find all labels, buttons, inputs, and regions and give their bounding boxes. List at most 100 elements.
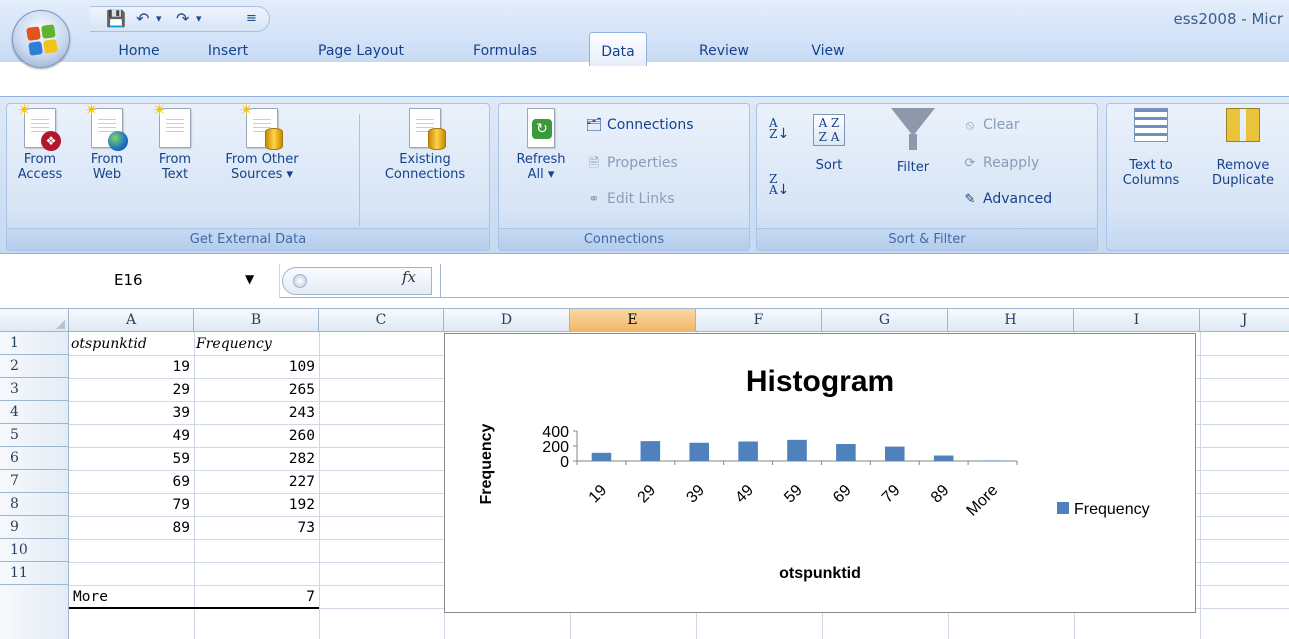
from-web-button[interactable]: ✴ From Web: [83, 102, 131, 182]
select-all-button[interactable]: [0, 309, 69, 332]
redo-icon[interactable]: ↷: [176, 9, 189, 29]
tab-home[interactable]: Home: [115, 40, 163, 64]
existing-connections-button[interactable]: Existing Connections: [367, 108, 483, 182]
redo-dropdown-icon[interactable]: ▾: [196, 9, 202, 29]
row-header-9[interactable]: 9: [0, 516, 69, 539]
text-to-columns-button[interactable]: Text to Columns: [1113, 108, 1189, 188]
insert-function-icon[interactable]: fx: [402, 268, 416, 286]
refresh-icon: ↻: [527, 108, 555, 148]
cell-b9[interactable]: 73: [194, 517, 319, 540]
cell-a3[interactable]: 29: [69, 379, 194, 402]
reapply-icon: ⟳: [964, 156, 976, 171]
advanced-filter-icon: ✎: [964, 192, 976, 207]
cell-a9[interactable]: 89: [69, 517, 194, 540]
office-logo-icon: [26, 24, 58, 56]
group-label-get-external-data: Get External Data: [7, 228, 489, 250]
tab-review[interactable]: Review: [693, 40, 755, 64]
cell-b8[interactable]: 192: [194, 494, 319, 517]
y-tick-label-400: 400: [542, 424, 569, 441]
bar-69: [836, 443, 856, 461]
group-label-connections: Connections: [499, 228, 749, 250]
existing-connections-icon: [409, 108, 446, 150]
access-icon: ✴ ❖: [17, 102, 61, 151]
text-to-columns-icon: [1134, 108, 1168, 142]
row-header-10[interactable]: 10: [0, 539, 69, 562]
row-header-1[interactable]: 1: [0, 332, 69, 355]
tab-page-layout[interactable]: Page Layout: [307, 40, 415, 64]
column-header-d[interactable]: D: [444, 309, 570, 332]
column-header-b[interactable]: B: [194, 309, 319, 332]
cell-b10[interactable]: 7: [194, 586, 319, 609]
row-header-11[interactable]: 11: [0, 562, 69, 585]
tab-data[interactable]: Data: [589, 32, 647, 66]
from-other-sources-button[interactable]: ✴ From Other Sources ▾: [211, 102, 313, 183]
x-tick-label-29: 29: [635, 482, 660, 507]
cell-b6[interactable]: 282: [194, 448, 319, 471]
bar-More: [982, 460, 1003, 461]
column-header-a[interactable]: A: [69, 309, 194, 332]
row-header-3[interactable]: 3: [0, 378, 69, 401]
edit-links-button[interactable]: ⚭ Edit Links: [585, 190, 675, 209]
histogram-chart[interactable]: Histogram 0 200 400 19 29 39 49 59 69 79 89 More otsp…: [444, 333, 1196, 613]
clear-filter-button[interactable]: ⦸ Clear: [961, 116, 1020, 135]
row-header-7[interactable]: 7: [0, 470, 69, 493]
cell-a2[interactable]: 19: [69, 356, 194, 379]
column-header-j[interactable]: J: [1200, 309, 1289, 332]
sort-descending-button[interactable]: Z A↓: [769, 173, 789, 198]
tab-view[interactable]: View: [805, 40, 851, 64]
sort-dialog-icon: A ZZ A: [813, 114, 845, 146]
from-access-button[interactable]: ✴ ❖ From Access: [13, 102, 67, 183]
cell-b2[interactable]: 109: [194, 356, 319, 379]
row-header-5[interactable]: 5: [0, 424, 69, 447]
sort-ascending-button[interactable]: A Z↓: [769, 117, 789, 142]
row-header-6[interactable]: 6: [0, 447, 69, 470]
connections-button[interactable]: 🗂 Connections: [585, 116, 694, 135]
cell-b4[interactable]: 243: [194, 402, 319, 425]
tab-insert[interactable]: Insert: [202, 40, 254, 64]
chart-canvas: Histogram 0200400 19 29 39 49 59 69 79 89 More otsp…: [478, 365, 1150, 582]
name-box[interactable]: E16 ▼: [0, 264, 280, 298]
properties-button[interactable]: 🗎 Properties: [585, 154, 678, 173]
cell-a4[interactable]: 39: [69, 402, 194, 425]
cell-b7[interactable]: 227: [194, 471, 319, 494]
cell-a6[interactable]: 59: [69, 448, 194, 471]
cell-b3[interactable]: 265: [194, 379, 319, 402]
quick-access-toolbar: 💾 ↶ ▾ ↷ ▾ ≡: [90, 6, 270, 32]
remove-duplicates-button[interactable]: Remove Duplicate: [1203, 108, 1283, 188]
cell-a8[interactable]: 79: [69, 494, 194, 517]
bar-79: [885, 446, 905, 461]
reapply-button[interactable]: ⟳ Reapply: [961, 154, 1040, 173]
formula-input[interactable]: [440, 264, 1289, 298]
cell-a5[interactable]: 49: [69, 425, 194, 448]
row-header-8[interactable]: 8: [0, 493, 69, 516]
cell-a10[interactable]: More: [73, 586, 193, 609]
filter-button[interactable]: Filter: [885, 108, 941, 175]
y-tick-label-200: 200: [542, 439, 569, 456]
from-text-button[interactable]: ✴ From Text: [152, 102, 197, 183]
column-header-f[interactable]: F: [696, 309, 822, 332]
row-header-2[interactable]: 2: [0, 355, 69, 378]
refresh-all-button[interactable]: ↻ Refresh All ▾: [505, 108, 577, 182]
undo-dropdown-icon[interactable]: ▾: [156, 9, 162, 29]
x-tick-label-79: 79: [879, 482, 904, 507]
column-header-i[interactable]: I: [1074, 309, 1200, 332]
tab-formulas[interactable]: Formulas: [465, 40, 545, 64]
column-header-h[interactable]: H: [948, 309, 1074, 332]
office-button[interactable]: [12, 10, 70, 68]
customize-toolbar-icon[interactable]: ≡: [246, 9, 257, 29]
cell-a7[interactable]: 69: [69, 471, 194, 494]
sort-button[interactable]: A ZZ A Sort: [805, 108, 853, 173]
cell-a1[interactable]: otspunktid: [71, 333, 193, 356]
advanced-filter-button[interactable]: ✎ Advanced: [961, 190, 1053, 209]
column-header-c[interactable]: C: [319, 309, 444, 332]
name-box-dropdown-icon[interactable]: ▼: [245, 272, 254, 286]
column-header-e[interactable]: E: [570, 309, 696, 332]
cell-b1[interactable]: Frequency: [196, 333, 318, 356]
undo-icon[interactable]: ↶: [136, 9, 149, 29]
bar-29: [640, 441, 661, 461]
column-header-g[interactable]: G: [822, 309, 948, 332]
row-header-4[interactable]: 4: [0, 401, 69, 424]
cell-b5[interactable]: 260: [194, 425, 319, 448]
column-headers: A B C D E F G H I J: [0, 308, 1289, 332]
save-icon[interactable]: 💾: [106, 9, 126, 29]
